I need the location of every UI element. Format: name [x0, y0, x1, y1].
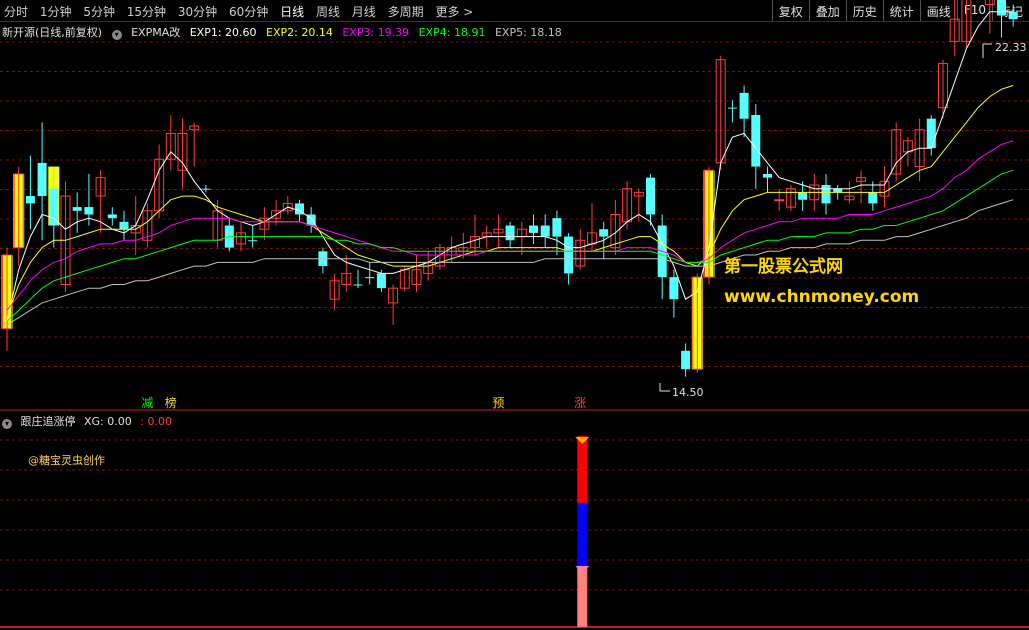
- candle-down: [646, 177, 655, 215]
- candle-down: [72, 207, 82, 211]
- candle-down: [107, 214, 117, 219]
- xg-value: : 0.00: [140, 415, 172, 428]
- low-price-pointer: [659, 383, 670, 392]
- candle-down: [376, 273, 386, 289]
- exp5-value: EXP5: 18.18: [494, 26, 562, 39]
- indicator-bar-segment: [577, 502, 588, 566]
- exp4-value: EXP4: 18.91: [418, 26, 486, 39]
- candle-down: [727, 107, 737, 109]
- candle-down: [926, 118, 936, 149]
- exp3-value: EXP3: 19.39: [342, 26, 410, 39]
- candle-down: [564, 236, 574, 274]
- candle-down: [798, 192, 808, 200]
- indicator-menu-icon[interactable]: ▾: [111, 30, 122, 40]
- indicator-info-bar: ▾ 跟庄追涨停 XG: 0.00 : 0.00: [2, 413, 177, 429]
- candle-down: [751, 115, 761, 167]
- line-exp1: [6, 11, 1014, 322]
- candle-down: [681, 350, 691, 370]
- candle-down: [833, 188, 843, 193]
- line-exp2: [6, 85, 1014, 318]
- indicator-name[interactable]: EXPMA改: [131, 26, 180, 39]
- candle-up: [774, 199, 785, 202]
- sub-indicator-name[interactable]: 跟庄追涨停: [21, 415, 76, 428]
- signal-label: 榜: [165, 395, 177, 410]
- candle-down: [84, 207, 94, 215]
- exp2-value: EXP2: 20.14: [266, 26, 333, 39]
- stock-title: 新开源(日线,前复权): [2, 26, 103, 39]
- candle-down: [763, 173, 772, 178]
- author-credit: @糖宝灵虫创作: [28, 454, 105, 467]
- candle-down: [365, 277, 375, 279]
- candle-down: [1008, 11, 1018, 20]
- signal-label: 预: [492, 396, 504, 410]
- candle-down: [552, 218, 562, 237]
- indicator-bar-segment: [577, 565, 588, 627]
- candle-down: [821, 185, 831, 204]
- candle-down: [353, 284, 363, 286]
- xg-label: XG: 0.00: [84, 415, 132, 428]
- candle-down: [868, 192, 878, 204]
- candle-down: [529, 225, 538, 233]
- candle-down: [540, 225, 550, 237]
- exp1-value: EXP1: 20.60: [189, 26, 257, 39]
- indicator-sub-menu-icon[interactable]: ▾: [2, 419, 12, 429]
- main-info-bar: 新开源(日线,前复权) ▾ EXPMA改 EXP1: 20.60 EXP2: 2…: [2, 24, 568, 40]
- kline-chart[interactable]: 22.33 14.50 减榜 预 涨: [0, 0, 1029, 630]
- indicator-bar-segment: [577, 436, 588, 503]
- watermark-url: www.chnmoney.com: [724, 287, 920, 307]
- candle-down: [248, 240, 258, 242]
- candle-down: [25, 196, 35, 204]
- signal-label: 涨: [574, 395, 586, 410]
- candle-down: [599, 229, 609, 237]
- candle-down: [119, 221, 129, 230]
- candle-down: [37, 162, 47, 197]
- candle-down: [669, 277, 679, 300]
- watermark-site-name: 第一股票公式网: [724, 257, 843, 277]
- candle-down: [201, 188, 211, 190]
- signal-label: 减: [141, 396, 153, 410]
- candle-down: [505, 225, 515, 241]
- high-price-label: 22.33: [995, 41, 1027, 54]
- candle-down: [739, 92, 749, 119]
- candle-down: [997, 0, 1006, 16]
- low-price-label: 14.50: [672, 386, 704, 399]
- candle-down: [49, 188, 59, 226]
- high-price-pointer: [982, 43, 992, 58]
